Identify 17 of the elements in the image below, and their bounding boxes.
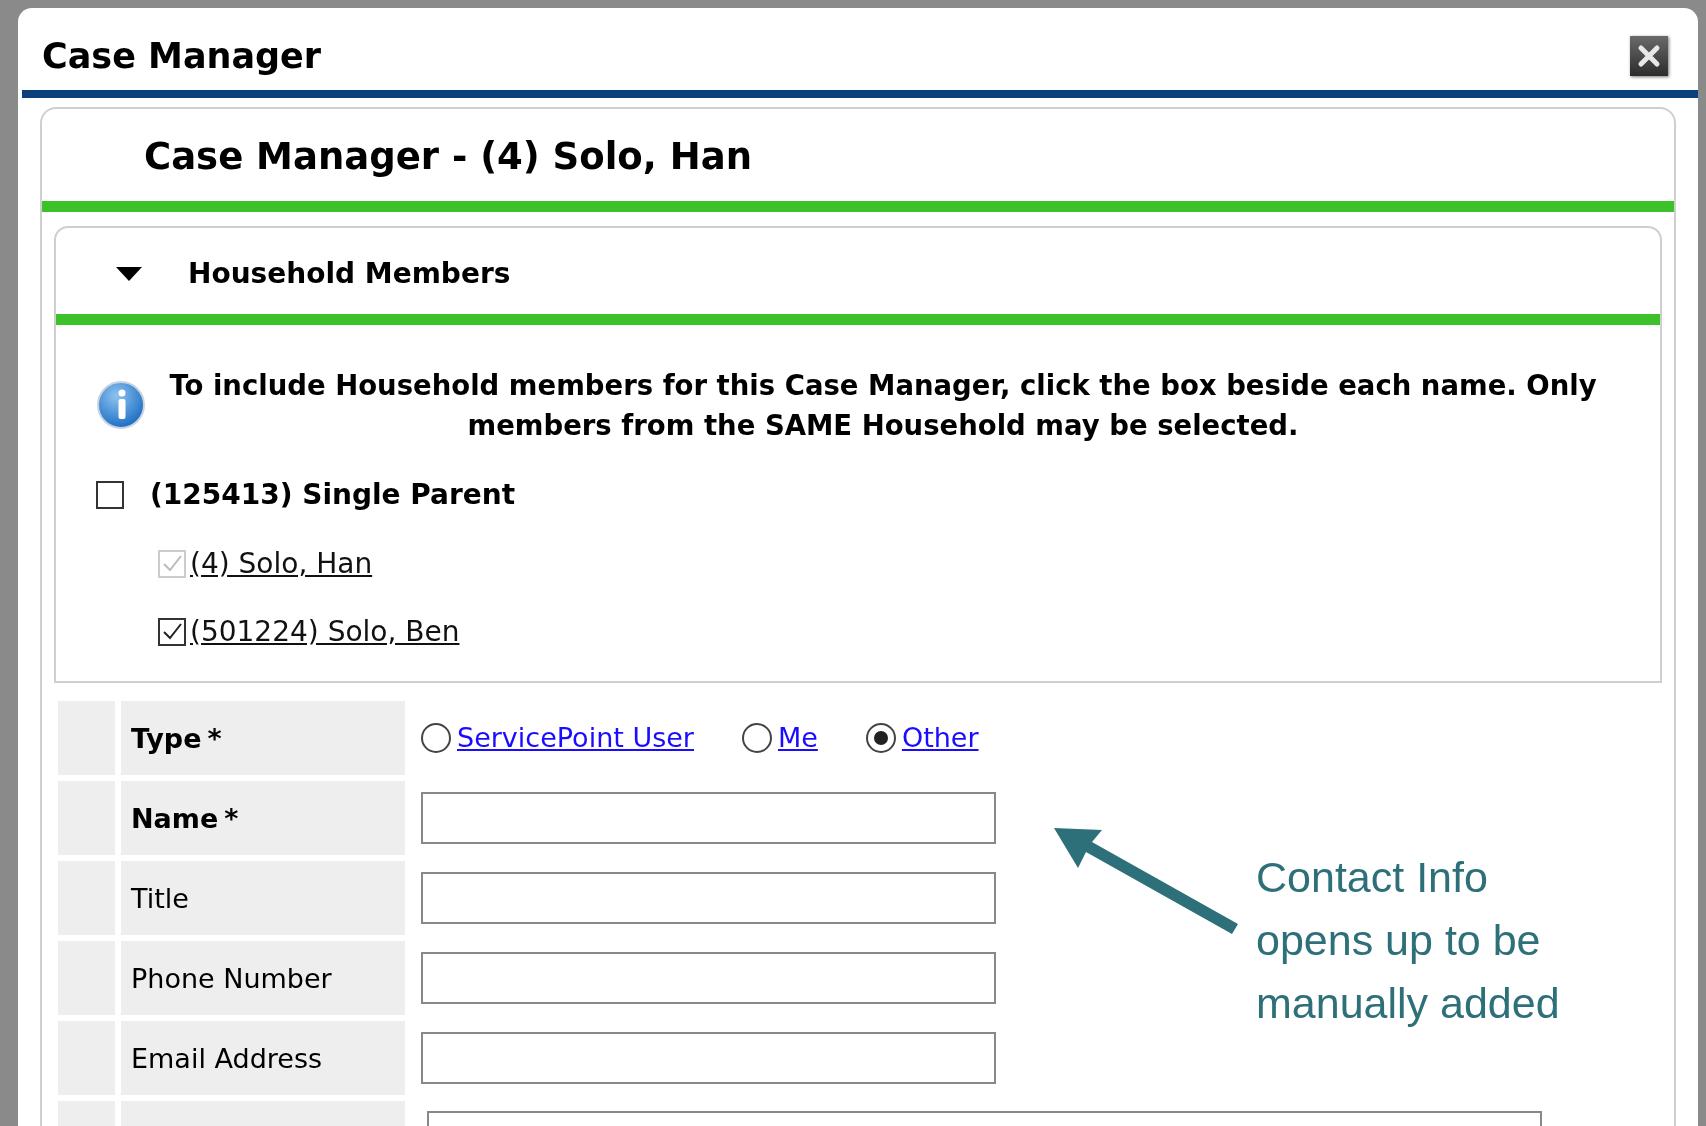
required-mark: * <box>224 802 239 834</box>
option-link[interactable]: Other <box>901 720 979 756</box>
required-mark: * <box>207 722 222 754</box>
field-label: Email Address <box>131 1042 323 1074</box>
field-label: Title <box>131 882 189 914</box>
window-title: Case Manager <box>42 35 322 78</box>
field-label: Type <box>131 722 202 754</box>
annotation-text: Contact Info opens up to be manually added <box>1256 852 1561 1029</box>
panel-title: Case Manager - (4) Solo, Han <box>144 135 752 178</box>
field-label: Phone Number <box>131 962 332 994</box>
info-message: To include Household members for this Case Manager, click the box beside each name. Only members from the SAME Household may be selected. <box>168 368 1598 443</box>
member-link[interactable]: (501224) Solo, Ben <box>190 613 460 651</box>
field-label: Name <box>131 802 219 834</box>
option-link[interactable]: Me <box>777 720 818 756</box>
option-link[interactable]: ServicePoint User <box>457 720 694 756</box>
section-title: Household Members <box>188 256 511 292</box>
household-label: (125413) Single Parent <box>150 477 516 513</box>
